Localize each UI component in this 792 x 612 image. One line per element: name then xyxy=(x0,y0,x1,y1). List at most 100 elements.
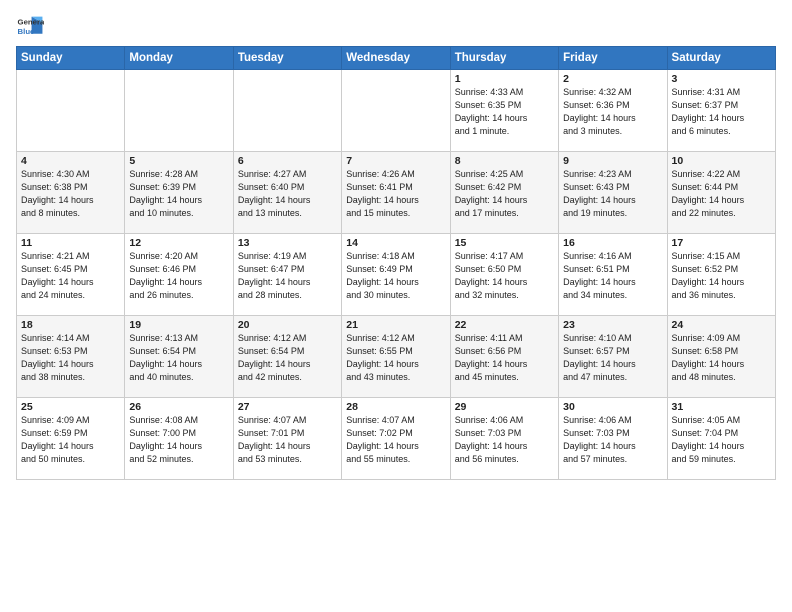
logo: General Blue xyxy=(16,12,44,40)
calendar-cell: 2Sunrise: 4:32 AM Sunset: 6:36 PM Daylig… xyxy=(559,70,667,152)
day-number: 7 xyxy=(346,155,445,167)
day-info: Sunrise: 4:09 AM Sunset: 6:59 PM Dayligh… xyxy=(21,414,120,466)
calendar-cell: 28Sunrise: 4:07 AM Sunset: 7:02 PM Dayli… xyxy=(342,398,450,480)
day-number: 24 xyxy=(672,319,771,331)
calendar-cell: 29Sunrise: 4:06 AM Sunset: 7:03 PM Dayli… xyxy=(450,398,558,480)
day-number: 30 xyxy=(563,401,662,413)
day-number: 19 xyxy=(129,319,228,331)
day-number: 21 xyxy=(346,319,445,331)
weekday-header: Tuesday xyxy=(233,47,341,70)
day-info: Sunrise: 4:14 AM Sunset: 6:53 PM Dayligh… xyxy=(21,332,120,384)
calendar-week-row: 18Sunrise: 4:14 AM Sunset: 6:53 PM Dayli… xyxy=(17,316,776,398)
calendar-cell: 5Sunrise: 4:28 AM Sunset: 6:39 PM Daylig… xyxy=(125,152,233,234)
day-info: Sunrise: 4:28 AM Sunset: 6:39 PM Dayligh… xyxy=(129,168,228,220)
calendar-week-row: 11Sunrise: 4:21 AM Sunset: 6:45 PM Dayli… xyxy=(17,234,776,316)
day-number: 13 xyxy=(238,237,337,249)
day-number: 29 xyxy=(455,401,554,413)
day-number: 31 xyxy=(672,401,771,413)
calendar-cell: 20Sunrise: 4:12 AM Sunset: 6:54 PM Dayli… xyxy=(233,316,341,398)
day-number: 2 xyxy=(563,73,662,85)
weekday-header: Friday xyxy=(559,47,667,70)
calendar-cell: 4Sunrise: 4:30 AM Sunset: 6:38 PM Daylig… xyxy=(17,152,125,234)
calendar-week-row: 1Sunrise: 4:33 AM Sunset: 6:35 PM Daylig… xyxy=(17,70,776,152)
day-info: Sunrise: 4:13 AM Sunset: 6:54 PM Dayligh… xyxy=(129,332,228,384)
day-info: Sunrise: 4:08 AM Sunset: 7:00 PM Dayligh… xyxy=(129,414,228,466)
calendar-cell: 16Sunrise: 4:16 AM Sunset: 6:51 PM Dayli… xyxy=(559,234,667,316)
day-info: Sunrise: 4:07 AM Sunset: 7:02 PM Dayligh… xyxy=(346,414,445,466)
day-info: Sunrise: 4:23 AM Sunset: 6:43 PM Dayligh… xyxy=(563,168,662,220)
calendar-cell: 22Sunrise: 4:11 AM Sunset: 6:56 PM Dayli… xyxy=(450,316,558,398)
day-info: Sunrise: 4:26 AM Sunset: 6:41 PM Dayligh… xyxy=(346,168,445,220)
calendar-cell: 15Sunrise: 4:17 AM Sunset: 6:50 PM Dayli… xyxy=(450,234,558,316)
day-info: Sunrise: 4:22 AM Sunset: 6:44 PM Dayligh… xyxy=(672,168,771,220)
day-info: Sunrise: 4:21 AM Sunset: 6:45 PM Dayligh… xyxy=(21,250,120,302)
day-info: Sunrise: 4:12 AM Sunset: 6:54 PM Dayligh… xyxy=(238,332,337,384)
weekday-header: Wednesday xyxy=(342,47,450,70)
calendar-cell: 23Sunrise: 4:10 AM Sunset: 6:57 PM Dayli… xyxy=(559,316,667,398)
day-info: Sunrise: 4:31 AM Sunset: 6:37 PM Dayligh… xyxy=(672,86,771,138)
header: General Blue xyxy=(16,12,776,40)
day-number: 27 xyxy=(238,401,337,413)
day-info: Sunrise: 4:20 AM Sunset: 6:46 PM Dayligh… xyxy=(129,250,228,302)
calendar-cell: 6Sunrise: 4:27 AM Sunset: 6:40 PM Daylig… xyxy=(233,152,341,234)
calendar-cell: 14Sunrise: 4:18 AM Sunset: 6:49 PM Dayli… xyxy=(342,234,450,316)
calendar-cell: 27Sunrise: 4:07 AM Sunset: 7:01 PM Dayli… xyxy=(233,398,341,480)
day-info: Sunrise: 4:06 AM Sunset: 7:03 PM Dayligh… xyxy=(563,414,662,466)
logo-icon: General Blue xyxy=(16,12,44,40)
day-info: Sunrise: 4:15 AM Sunset: 6:52 PM Dayligh… xyxy=(672,250,771,302)
day-number: 4 xyxy=(21,155,120,167)
day-number: 17 xyxy=(672,237,771,249)
day-info: Sunrise: 4:19 AM Sunset: 6:47 PM Dayligh… xyxy=(238,250,337,302)
day-info: Sunrise: 4:09 AM Sunset: 6:58 PM Dayligh… xyxy=(672,332,771,384)
calendar-cell: 7Sunrise: 4:26 AM Sunset: 6:41 PM Daylig… xyxy=(342,152,450,234)
calendar-cell: 12Sunrise: 4:20 AM Sunset: 6:46 PM Dayli… xyxy=(125,234,233,316)
calendar-cell: 13Sunrise: 4:19 AM Sunset: 6:47 PM Dayli… xyxy=(233,234,341,316)
svg-text:General: General xyxy=(18,17,44,26)
day-number: 10 xyxy=(672,155,771,167)
calendar-cell: 19Sunrise: 4:13 AM Sunset: 6:54 PM Dayli… xyxy=(125,316,233,398)
day-number: 28 xyxy=(346,401,445,413)
day-number: 26 xyxy=(129,401,228,413)
day-info: Sunrise: 4:10 AM Sunset: 6:57 PM Dayligh… xyxy=(563,332,662,384)
calendar-cell: 18Sunrise: 4:14 AM Sunset: 6:53 PM Dayli… xyxy=(17,316,125,398)
calendar-cell xyxy=(233,70,341,152)
calendar-cell: 26Sunrise: 4:08 AM Sunset: 7:00 PM Dayli… xyxy=(125,398,233,480)
day-info: Sunrise: 4:18 AM Sunset: 6:49 PM Dayligh… xyxy=(346,250,445,302)
day-info: Sunrise: 4:05 AM Sunset: 7:04 PM Dayligh… xyxy=(672,414,771,466)
day-number: 14 xyxy=(346,237,445,249)
day-number: 18 xyxy=(21,319,120,331)
calendar-cell: 25Sunrise: 4:09 AM Sunset: 6:59 PM Dayli… xyxy=(17,398,125,480)
day-number: 9 xyxy=(563,155,662,167)
calendar-week-row: 25Sunrise: 4:09 AM Sunset: 6:59 PM Dayli… xyxy=(17,398,776,480)
day-info: Sunrise: 4:27 AM Sunset: 6:40 PM Dayligh… xyxy=(238,168,337,220)
day-number: 3 xyxy=(672,73,771,85)
calendar-cell: 24Sunrise: 4:09 AM Sunset: 6:58 PM Dayli… xyxy=(667,316,775,398)
day-info: Sunrise: 4:25 AM Sunset: 6:42 PM Dayligh… xyxy=(455,168,554,220)
day-info: Sunrise: 4:17 AM Sunset: 6:50 PM Dayligh… xyxy=(455,250,554,302)
calendar-cell: 3Sunrise: 4:31 AM Sunset: 6:37 PM Daylig… xyxy=(667,70,775,152)
weekday-header-row: SundayMondayTuesdayWednesdayThursdayFrid… xyxy=(17,47,776,70)
calendar-cell: 30Sunrise: 4:06 AM Sunset: 7:03 PM Dayli… xyxy=(559,398,667,480)
calendar-cell xyxy=(125,70,233,152)
calendar: SundayMondayTuesdayWednesdayThursdayFrid… xyxy=(16,46,776,480)
day-number: 25 xyxy=(21,401,120,413)
weekday-header: Sunday xyxy=(17,47,125,70)
day-info: Sunrise: 4:12 AM Sunset: 6:55 PM Dayligh… xyxy=(346,332,445,384)
day-number: 11 xyxy=(21,237,120,249)
calendar-cell: 11Sunrise: 4:21 AM Sunset: 6:45 PM Dayli… xyxy=(17,234,125,316)
day-number: 5 xyxy=(129,155,228,167)
weekday-header: Thursday xyxy=(450,47,558,70)
calendar-cell xyxy=(342,70,450,152)
day-info: Sunrise: 4:07 AM Sunset: 7:01 PM Dayligh… xyxy=(238,414,337,466)
page: General Blue SundayMondayTuesdayWednesda… xyxy=(0,0,792,612)
svg-text:Blue: Blue xyxy=(18,27,36,36)
day-number: 23 xyxy=(563,319,662,331)
calendar-cell: 8Sunrise: 4:25 AM Sunset: 6:42 PM Daylig… xyxy=(450,152,558,234)
day-number: 6 xyxy=(238,155,337,167)
day-number: 16 xyxy=(563,237,662,249)
day-number: 1 xyxy=(455,73,554,85)
calendar-week-row: 4Sunrise: 4:30 AM Sunset: 6:38 PM Daylig… xyxy=(17,152,776,234)
calendar-cell: 21Sunrise: 4:12 AM Sunset: 6:55 PM Dayli… xyxy=(342,316,450,398)
day-number: 20 xyxy=(238,319,337,331)
calendar-cell: 10Sunrise: 4:22 AM Sunset: 6:44 PM Dayli… xyxy=(667,152,775,234)
